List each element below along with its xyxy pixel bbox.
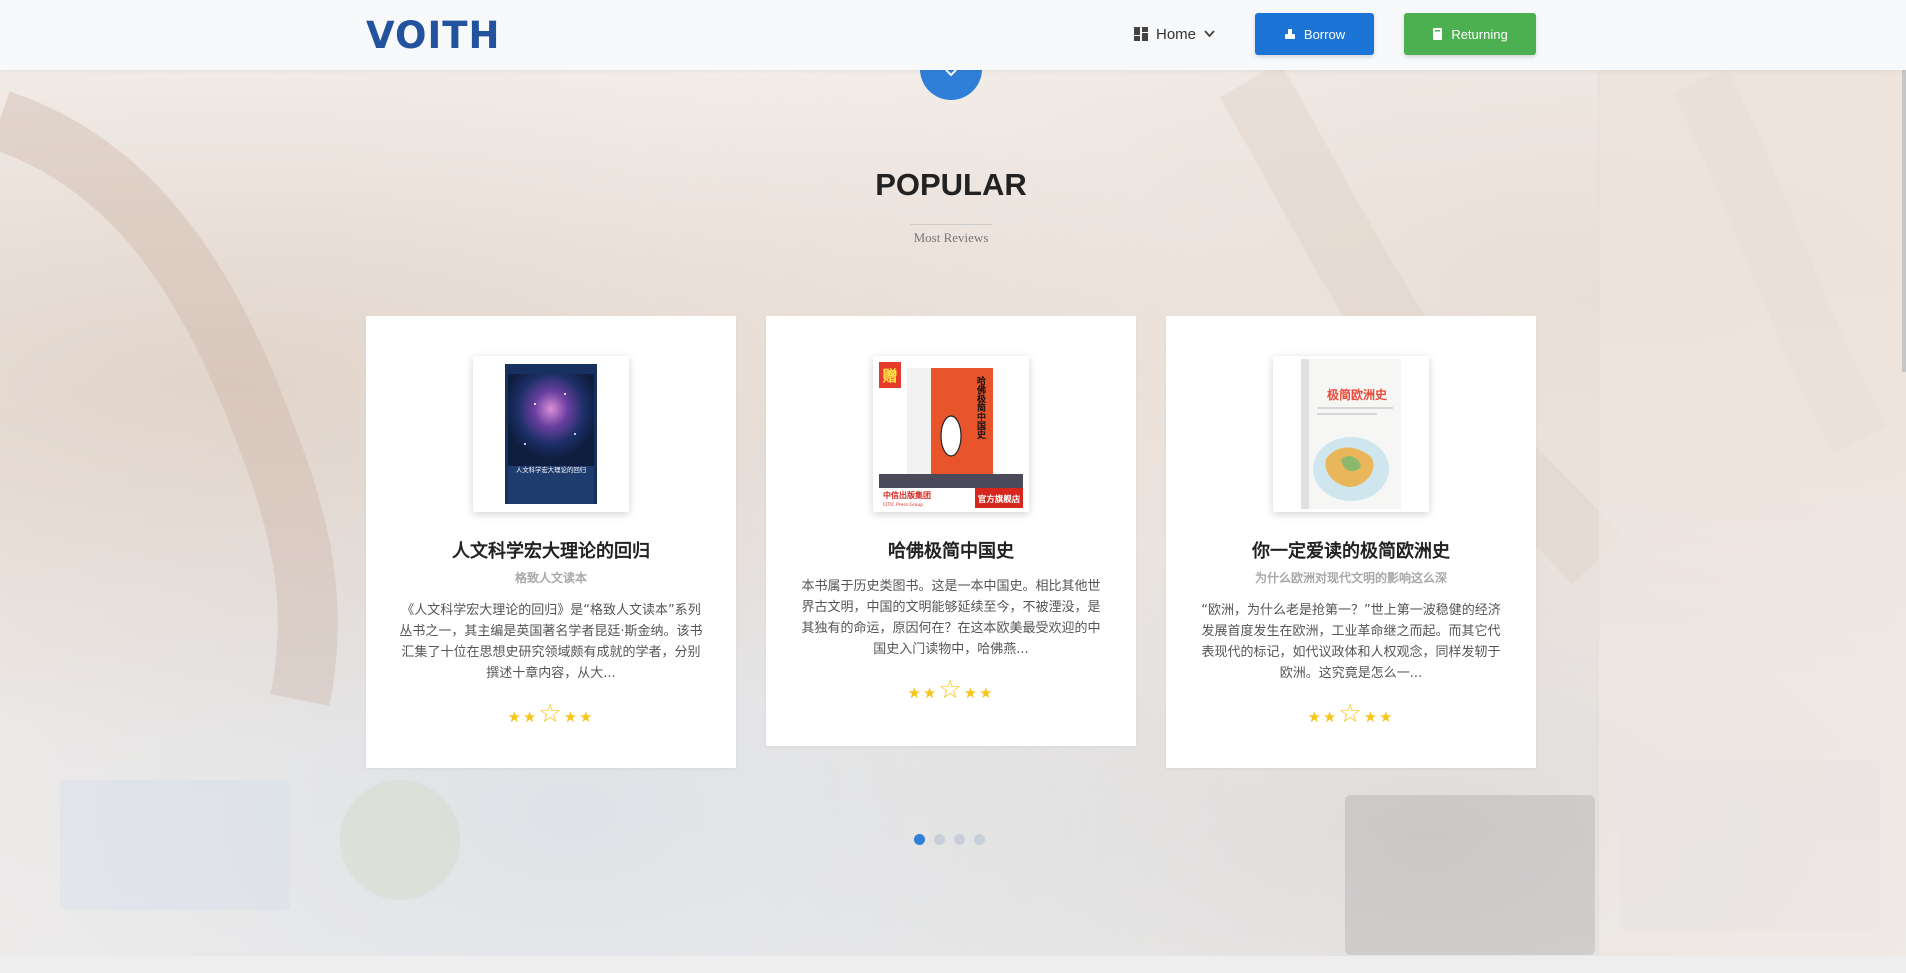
star-icon: ★ (963, 685, 980, 702)
nav-home-dropdown[interactable]: Home (1134, 22, 1215, 46)
borrow-icon (1284, 29, 1295, 39)
page-footer-edge (0, 956, 1906, 973)
borrow-button[interactable]: Borrow (1255, 13, 1374, 55)
background-side-strip (1598, 0, 1906, 956)
book-subtitle: 格致人文读本 (514, 571, 587, 585)
book-card[interactable]: 人文科学宏大理论的回归 人文科学宏大理论的回归 格致人文读本 《人文科学宏大理论… (366, 316, 736, 768)
book-cover[interactable]: 极简欧洲史 (1273, 356, 1429, 512)
cover-title: 哈佛极简中国史 (975, 375, 987, 440)
book-description: “欧洲，为什么老是抢第一？”世上第一波稳健的经济发展首度发生在欧洲，工业革命继之… (1201, 603, 1501, 681)
star-icon: ★ (979, 685, 995, 702)
cover-publisher-en: CITIC Press Group (883, 502, 923, 508)
star-icon: ★ (1322, 709, 1339, 726)
cover-store: 官方旗舰店 (978, 494, 1021, 505)
book-card[interactable]: 赠 哈佛极简中国史 中信出版集团 CITIC Press Group 官方旗舰店… (766, 316, 1136, 746)
cover-title: 人文科学宏大理论的回归 (516, 465, 586, 474)
carousel-pagination (914, 834, 985, 845)
star-icon: ★ (507, 709, 523, 726)
book-title[interactable]: 哈佛极简中国史 (766, 537, 1136, 563)
star-rating: ★★☆★★ (1166, 698, 1536, 729)
star-icon: ☆ (538, 698, 564, 728)
star-icon: ★ (922, 685, 939, 702)
star-icon: ★ (1379, 709, 1395, 726)
book-title[interactable]: 人文科学宏大理论的回归 (366, 537, 736, 563)
returning-label: Returning (1451, 26, 1508, 42)
section-divider (910, 224, 992, 225)
star-icon: ★ (579, 709, 595, 726)
returning-button[interactable]: Returning (1404, 13, 1536, 55)
dashboard-icon (1134, 27, 1148, 41)
carousel-dot[interactable] (914, 834, 925, 845)
book-cover[interactable]: 人文科学宏大理论的回归 (473, 356, 629, 512)
book-cover[interactable]: 赠 哈佛极简中国史 中信出版集团 CITIC Press Group 官方旗舰店 (873, 356, 1029, 512)
star-icon: ★ (522, 709, 539, 726)
star-rating: ★★☆★★ (766, 674, 1136, 705)
cover-badge: 赠 (882, 367, 897, 385)
book-description: 《人文科学宏大理论的回归》是“格致人文读本”系列丛书之一，其主编是英国著名学者昆… (399, 603, 703, 681)
carousel-dot[interactable] (954, 834, 965, 845)
carousel-dot[interactable] (934, 834, 945, 845)
chevron-down-icon (1204, 30, 1215, 38)
book-card[interactable]: 极简欧洲史 你一定爱读的极简欧洲史 为什么欧洲对现代文明的影响这么深 “欧洲，为… (1166, 316, 1536, 768)
star-icon: ★ (1363, 709, 1380, 726)
voith-logo[interactable]: VOITH (366, 14, 500, 57)
carousel-dot[interactable] (974, 834, 985, 845)
star-icon: ☆ (1338, 698, 1364, 728)
star-icon: ☆ (938, 674, 964, 704)
star-icon: ★ (1307, 709, 1323, 726)
borrow-label: Borrow (1303, 26, 1346, 42)
cover-publisher: 中信出版集团 (883, 490, 931, 500)
book-description: 本书属于历史类图书。这是一本中国史。相比其他世界古文明，中国的文明能够延续至今，… (801, 579, 1101, 657)
star-icon: ★ (563, 709, 580, 726)
site-header: VOITH Home Borrow Returning (0, 0, 1906, 70)
book-title[interactable]: 你一定爱读的极简欧洲史 (1166, 537, 1536, 563)
cover-title: 极简欧洲史 (1327, 387, 1388, 402)
section-title: POPULAR (875, 167, 1027, 202)
book-icon (1433, 28, 1443, 40)
book-subtitle: 为什么欧洲对现代文明的影响这么深 (1254, 571, 1447, 585)
star-rating: ★★☆★★ (366, 698, 736, 729)
book-cover-image: 人文科学宏大理论的回归 (505, 364, 597, 504)
book-cover-image: 极简欧洲史 (1301, 359, 1401, 509)
nav-home-label: Home (1156, 25, 1197, 43)
star-icon: ★ (907, 685, 923, 702)
section-subtitle: Most Reviews (913, 230, 989, 245)
book-cover-image: 赠 哈佛极简中国史 中信出版集团 CITIC Press Group 官方旗舰店 (873, 356, 1029, 512)
